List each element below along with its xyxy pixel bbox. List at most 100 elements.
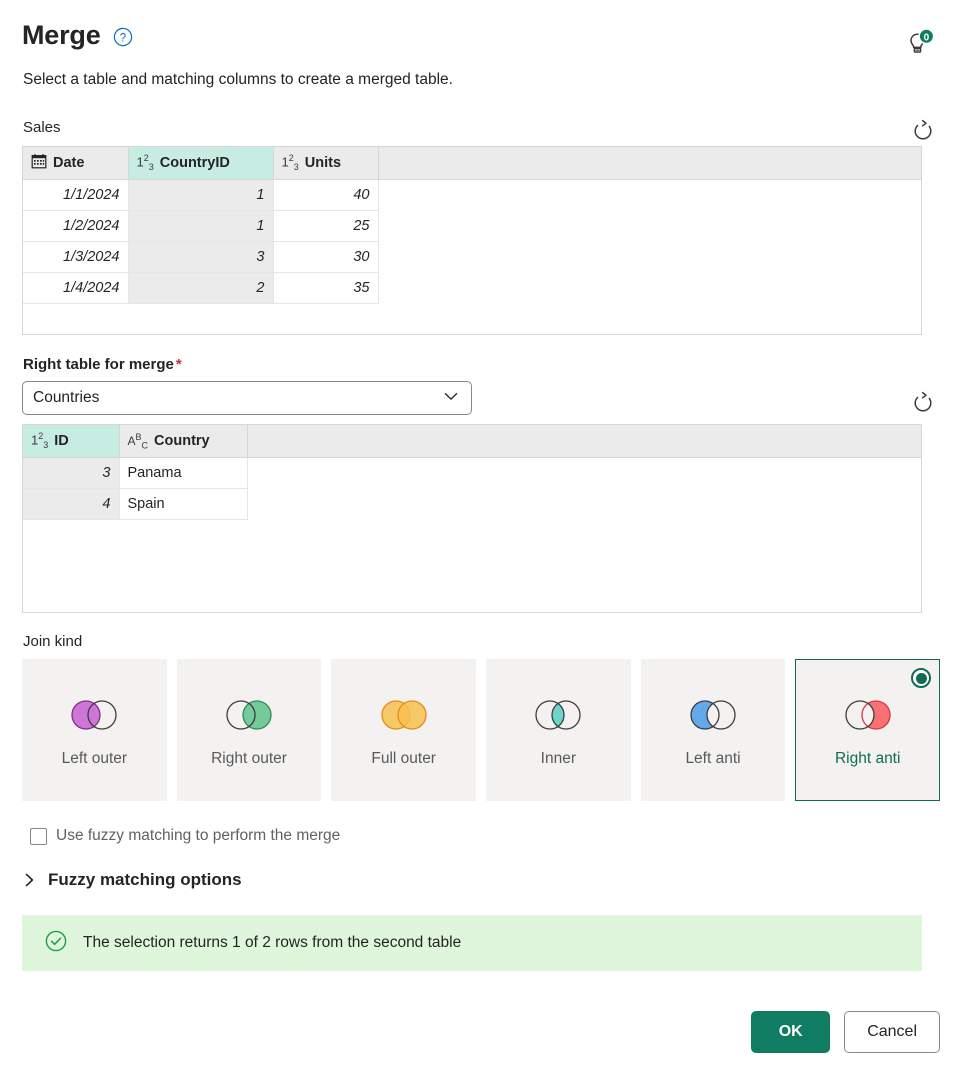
cell-units: 40 [273, 179, 379, 211]
fuzzy-matching-checkbox[interactable]: Use fuzzy matching to perform the merge [30, 827, 940, 845]
column-header-countryid[interactable]: 123 CountryID [128, 147, 274, 180]
status-message: The selection returns 1 of 2 rows from t… [22, 915, 922, 971]
cell-filler [378, 241, 921, 272]
venn-full-outer-icon [375, 698, 433, 732]
merge-dialog: Merge ? 0 Select a table and matching co… [0, 0, 962, 1075]
cell-filler [378, 179, 921, 210]
join-kind-right-outer[interactable]: Right outer [176, 659, 322, 801]
table-row: 1/3/2024 3 30 [23, 241, 921, 273]
join-kind-left-outer[interactable]: Left outer [22, 659, 167, 801]
cell-countryid: 2 [128, 272, 274, 304]
cancel-button[interactable]: Cancel [844, 1011, 940, 1053]
cell-countryid: 1 [128, 210, 274, 242]
page-title: Merge [22, 20, 101, 50]
lightbulb-icon[interactable]: 0 [898, 26, 940, 58]
cell-filler [378, 210, 921, 241]
svg-text:?: ? [119, 32, 125, 44]
join-kind-label-text: Left outer [61, 750, 128, 767]
fuzzy-matching-options-expander[interactable]: Fuzzy matching options [23, 870, 940, 890]
join-kind-left-anti[interactable]: Left anti [640, 659, 786, 801]
venn-right-anti-icon [839, 698, 897, 732]
cell-country: Panama [119, 457, 248, 489]
cell-id: 4 [23, 488, 120, 520]
status-message-text: The selection returns 1 of 2 rows from t… [83, 934, 462, 951]
cell-filler [247, 457, 921, 488]
cell-date: 1/4/2024 [23, 272, 129, 304]
join-kind-label-text: Right outer [211, 750, 287, 767]
column-header-label: Date [53, 154, 85, 171]
join-kind-inner[interactable]: Inner [486, 659, 631, 801]
venn-right-outer-icon [220, 698, 278, 732]
required-marker: * [175, 356, 182, 373]
table-row: 1/1/2024 1 40 [23, 179, 921, 211]
table-empty-row [23, 519, 921, 612]
right-table-selected-value: Countries [33, 389, 100, 406]
cell-units: 25 [273, 210, 379, 242]
refresh-icon-right[interactable] [906, 388, 940, 418]
calendar-icon [31, 153, 47, 173]
dialog-footer: OK Cancel [751, 1011, 940, 1053]
column-header-label: CountryID [159, 154, 230, 171]
venn-left-outer-icon [65, 698, 123, 732]
check-circle-icon [44, 929, 68, 958]
cell-units: 35 [273, 272, 379, 304]
column-header-date[interactable]: Date [23, 147, 129, 180]
number-icon: 123 [281, 153, 299, 173]
column-header-units[interactable]: 123 Units [273, 147, 379, 180]
cell-date: 1/2/2024 [23, 210, 129, 242]
cell-units: 30 [273, 241, 379, 273]
cell-filler [247, 488, 921, 519]
table-header-row: Date 123 CountryID 123 Units [23, 147, 921, 180]
left-table-label: Sales [23, 118, 61, 136]
fuzzy-matching-options-label: Fuzzy matching options [48, 870, 242, 889]
tip-badge-count: 0 [924, 32, 930, 43]
table-row: 1/2/2024 1 25 [23, 210, 921, 242]
countries-table: 123 ID ABC Country 3 Panama 4 Spain [23, 425, 921, 612]
right-table-dropdown[interactable]: Countries [22, 381, 472, 415]
column-header-label: Units [304, 154, 342, 171]
join-kind-label: Join kind [23, 633, 83, 650]
cell-countryid: 1 [128, 179, 274, 211]
right-table-picker-label: Right table for merge * [23, 356, 182, 373]
join-kind-label-text: Right anti [834, 750, 901, 767]
venn-left-anti-icon [684, 698, 742, 732]
venn-inner-icon [529, 698, 587, 732]
cell-date: 1/3/2024 [23, 241, 129, 273]
radio-selected-icon[interactable] [911, 668, 932, 688]
cell-id: 3 [23, 457, 120, 489]
ok-button[interactable]: OK [751, 1011, 831, 1053]
column-header-id[interactable]: 123 ID [23, 425, 120, 458]
table-row: 4 Spain [23, 488, 921, 520]
number-icon: 123 [31, 431, 49, 451]
column-header-filler [378, 147, 921, 180]
table-row: 1/4/2024 2 35 [23, 272, 921, 304]
checkbox-box [30, 827, 47, 845]
fuzzy-matching-label: Use fuzzy matching to perform the merge [56, 827, 341, 844]
column-header-label: Country [154, 432, 210, 449]
cell-date: 1/1/2024 [23, 179, 129, 211]
table-empty-row [23, 303, 921, 334]
refresh-icon-left[interactable] [906, 116, 940, 146]
cell-filler [378, 272, 921, 303]
join-kind-label-text: Inner [540, 750, 577, 767]
join-kind-label-text: Full outer [371, 750, 436, 767]
dialog-subtitle: Select a table and matching columns to c… [23, 71, 453, 88]
right-table-preview: 123 ID ABC Country 3 Panama 4 Spain [22, 424, 922, 613]
text-icon: ABC [127, 431, 149, 450]
column-header-filler [247, 425, 921, 458]
chevron-down-icon [441, 386, 461, 411]
table-row: 3 Panama [23, 457, 921, 489]
column-header-label: ID [54, 432, 69, 449]
column-header-country[interactable]: ABC Country [119, 425, 248, 458]
left-table-preview: Date 123 CountryID 123 Units 1/1/2024 1 … [22, 146, 922, 335]
join-kind-right-anti[interactable]: Right anti [795, 659, 941, 801]
question-circle-icon[interactable]: ? [113, 27, 133, 47]
dialog-header: Merge ? 0 [22, 0, 940, 58]
join-kind-label-text: Left anti [685, 750, 741, 767]
table-header-row: 123 ID ABC Country [23, 425, 921, 458]
sales-table: Date 123 CountryID 123 Units 1/1/2024 1 … [23, 147, 921, 334]
join-kind-full-outer[interactable]: Full outer [331, 659, 477, 801]
join-kind-options: Left outer Right outer Full outer Inner … [22, 659, 941, 801]
cell-country: Spain [119, 488, 248, 520]
chevron-right-icon [23, 872, 36, 888]
